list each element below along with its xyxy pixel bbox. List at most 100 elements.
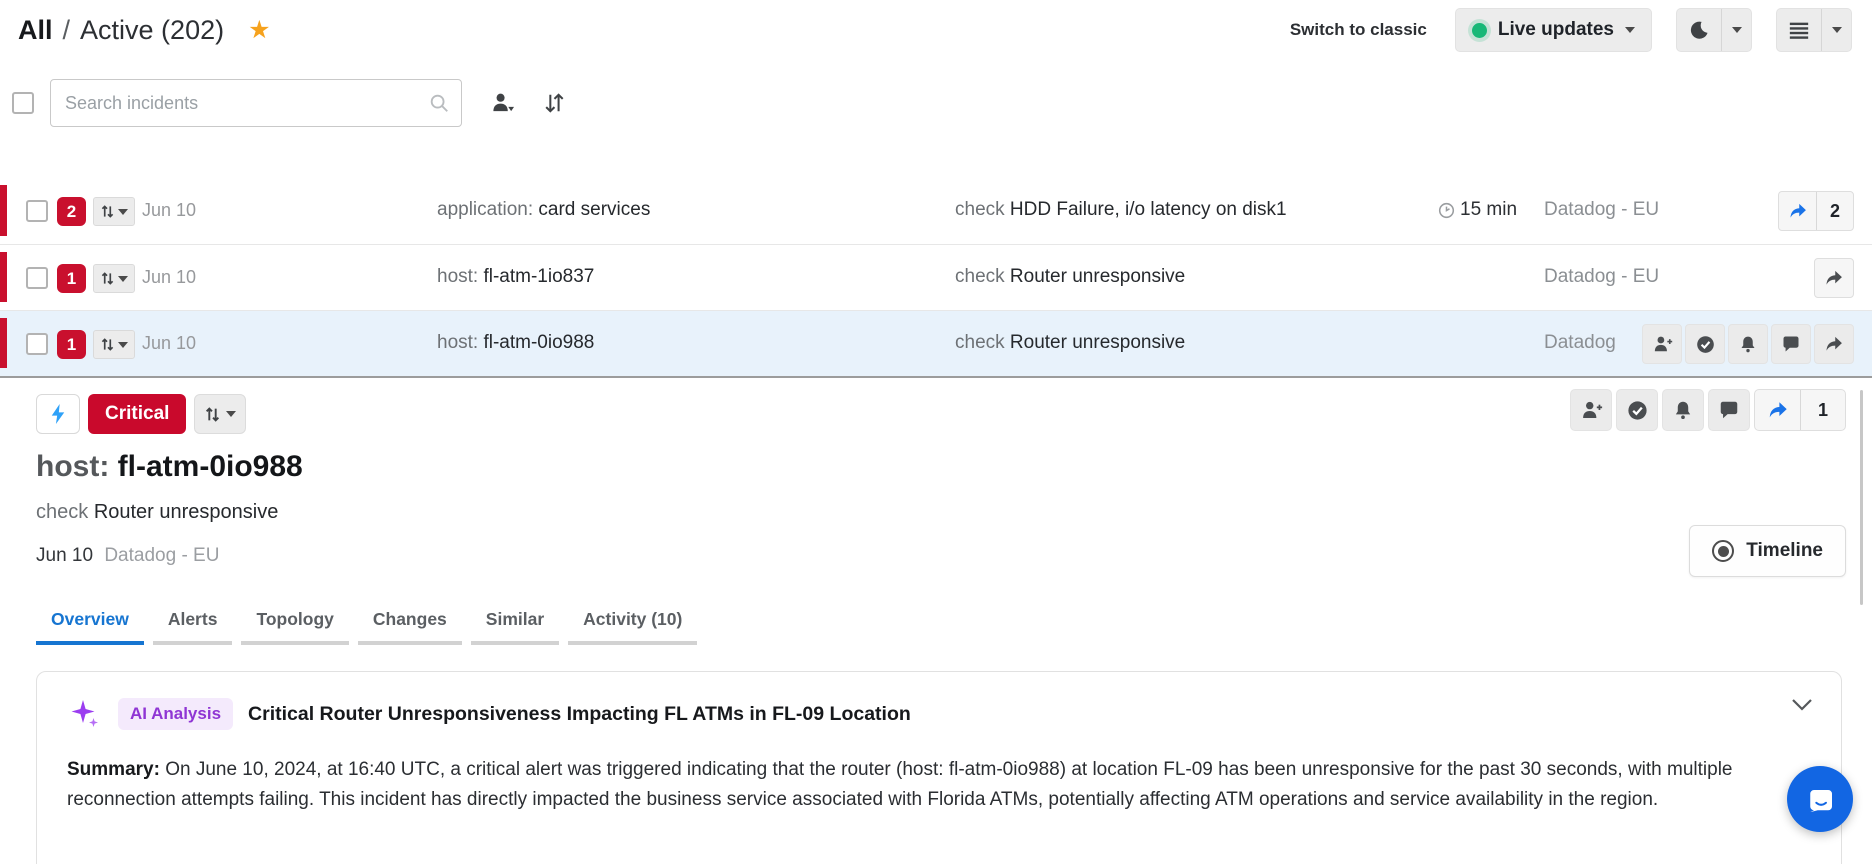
assign-user-icon	[1582, 401, 1602, 418]
tab-alerts[interactable]: Alerts	[152, 609, 233, 645]
resolve-button[interactable]	[1685, 324, 1725, 364]
resolve-button[interactable]	[1616, 389, 1658, 431]
breadcrumb-environment[interactable]: All	[18, 15, 53, 46]
incident-row-selected[interactable]: 1 Jun 10 host: fl-atm-0io988 check Route…	[0, 310, 1872, 376]
severity-bar	[0, 185, 7, 236]
row-priority-button[interactable]	[93, 264, 135, 293]
ai-analysis-card: AI Analysis Critical Router Unresponsive…	[36, 671, 1842, 864]
comment-icon	[1720, 401, 1738, 419]
ai-analysis-header[interactable]: AI Analysis Critical Router Unresponsive…	[67, 696, 1811, 732]
incident-source: Datadog - EU	[104, 545, 220, 566]
header-actions: Switch to classic Live updates	[1290, 8, 1852, 52]
check-circle-icon	[1696, 335, 1714, 353]
ai-analysis-title: Critical Router Unresponsiveness Impacti…	[248, 702, 911, 725]
lightning-bolt-icon	[51, 404, 65, 424]
alert-count-badge[interactable]: 2	[57, 197, 86, 226]
list-density-button[interactable]	[1777, 9, 1821, 51]
ai-analysis-badge: AI Analysis	[118, 698, 234, 730]
incident-entity: host: fl-atm-1io837	[437, 266, 594, 288]
incident-source: Datadog - EU	[1544, 266, 1660, 287]
share-button[interactable]	[1814, 258, 1854, 298]
row-checkbox[interactable]	[26, 267, 48, 289]
detail-priority-button[interactable]	[194, 394, 247, 434]
row-priority-button[interactable]	[93, 330, 135, 359]
search-icon	[428, 92, 450, 119]
live-status-dot-icon	[1471, 22, 1487, 38]
check-tag-label: check	[955, 332, 1005, 353]
incident-check: check HDD Failure, i/o latency on disk1	[955, 199, 1287, 221]
row-checkbox[interactable]	[26, 200, 48, 222]
summary-label: Summary:	[67, 759, 160, 780]
row-actions	[1814, 258, 1854, 298]
entity-tag-value: fl-atm-1io837	[483, 266, 595, 287]
tab-overview[interactable]: Overview	[36, 609, 144, 645]
share-count: 2	[1816, 192, 1853, 230]
comment-button[interactable]	[1771, 324, 1811, 364]
check-tag-value: Router unresponsive	[93, 501, 279, 523]
assignee-filter-button[interactable]	[490, 91, 515, 115]
snooze-button[interactable]	[1662, 389, 1704, 431]
title-tag-label: host:	[36, 450, 110, 483]
sort-order-button[interactable]	[543, 91, 565, 115]
share-count: 1	[1800, 390, 1845, 430]
assign-button[interactable]	[1642, 324, 1682, 364]
theme-split-button	[1676, 8, 1752, 52]
density-split-button	[1776, 8, 1852, 52]
row-priority-button[interactable]	[93, 197, 135, 226]
person-filter-icon	[493, 93, 515, 112]
sort-arrows-icon	[101, 205, 113, 218]
entity-tag-value: fl-atm-0io988	[483, 332, 595, 353]
timeline-button[interactable]: Timeline	[1689, 525, 1846, 577]
incident-date: Jun 10	[36, 545, 94, 566]
incident-meta-line: Jun 10 Datadog - EU	[36, 545, 1872, 567]
share-button[interactable]	[1814, 324, 1854, 364]
tab-changes[interactable]: Changes	[357, 609, 462, 645]
severity-badge[interactable]: Critical	[88, 394, 187, 434]
breadcrumb: All / Active (202) ★	[18, 15, 271, 46]
correlation-button[interactable]	[36, 394, 80, 434]
favorite-star-icon[interactable]: ★	[248, 15, 270, 45]
chat-widget-button[interactable]	[1787, 766, 1853, 832]
tab-similar[interactable]: Similar	[470, 609, 560, 645]
incident-list: 2 Jun 10 application: card services chec…	[0, 178, 1872, 376]
top-header: All / Active (202) ★ Switch to classic L…	[0, 0, 1872, 60]
share-button[interactable]: 2	[1778, 191, 1854, 231]
chevron-down-icon	[225, 411, 236, 417]
snooze-button[interactable]	[1728, 324, 1768, 364]
density-options-button[interactable]	[1821, 9, 1851, 51]
alert-count-badge[interactable]: 1	[57, 330, 86, 359]
incident-app: All / Active (202) ★ Switch to classic L…	[0, 0, 1872, 864]
search-container	[50, 79, 462, 127]
incident-row[interactable]: 1 Jun 10 host: fl-atm-1io837 check Route…	[0, 244, 1872, 310]
incident-row[interactable]: 2 Jun 10 application: card services chec…	[0, 178, 1872, 244]
incident-entity: application: card services	[437, 199, 650, 221]
incident-date: Jun 10	[142, 333, 197, 353]
tab-activity[interactable]: Activity (10)	[568, 609, 698, 645]
share-icon	[1755, 390, 1800, 430]
theme-options-button[interactable]	[1721, 9, 1751, 51]
sort-arrows-icon	[101, 272, 113, 285]
select-all-checkbox[interactable]	[12, 92, 34, 114]
search-input[interactable]	[50, 79, 462, 127]
sort-arrows-icon	[101, 338, 113, 351]
breadcrumb-view[interactable]: Active (202)	[80, 15, 224, 46]
live-updates-button[interactable]: Live updates	[1454, 8, 1652, 52]
chevron-down-icon	[117, 341, 128, 348]
incident-check: check Router unresponsive	[955, 266, 1185, 288]
moon-icon	[1690, 21, 1708, 39]
tab-topology[interactable]: Topology	[241, 609, 349, 645]
collapse-chevron-icon[interactable]	[1791, 698, 1813, 717]
scrollbar-thumb[interactable]	[1860, 390, 1863, 605]
row-checkbox[interactable]	[26, 333, 48, 355]
comment-button[interactable]	[1708, 389, 1750, 431]
switch-to-classic-link[interactable]: Switch to classic	[1290, 20, 1427, 40]
assign-user-icon	[1654, 336, 1672, 352]
share-icon	[1826, 270, 1842, 285]
incident-duration: 15 min	[1438, 199, 1517, 221]
share-button[interactable]: 1	[1754, 389, 1846, 431]
dark-mode-button[interactable]	[1677, 9, 1721, 51]
alert-count-badge[interactable]: 1	[57, 264, 86, 293]
assign-button[interactable]	[1570, 389, 1612, 431]
incident-source: Datadog - EU	[1544, 199, 1660, 220]
sort-arrows-icon	[545, 93, 564, 113]
